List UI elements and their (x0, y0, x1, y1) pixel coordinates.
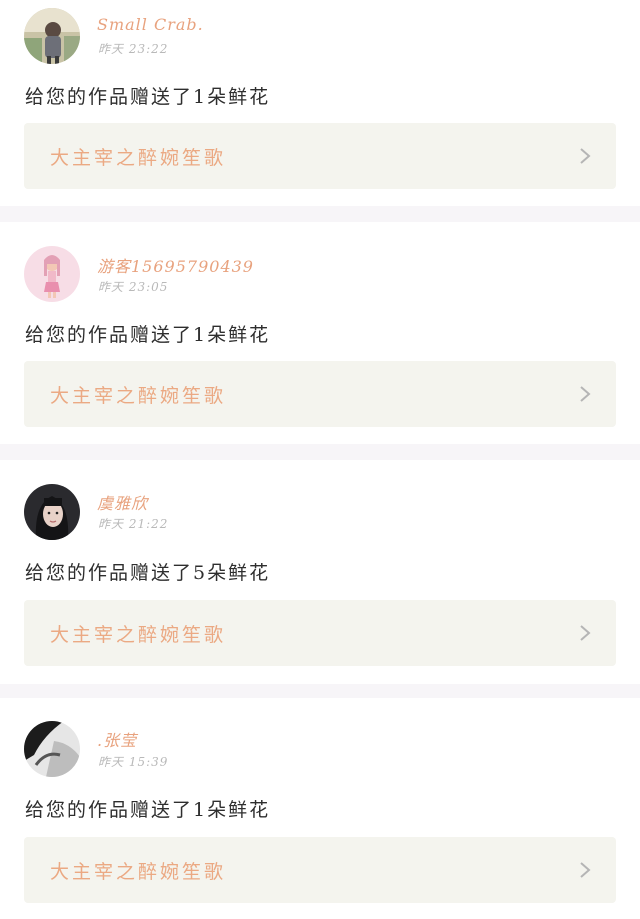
username[interactable]: 虞雅欣 (97, 490, 148, 514)
work-title: 大主宰之醉婉笙歌 (50, 861, 227, 883)
work-title: 大主宰之醉婉笙歌 (50, 385, 227, 407)
username[interactable]: .张莹 (97, 727, 137, 751)
timestamp: 昨天 23:22 (98, 42, 169, 56)
avatar-dark-hair-girl-icon (24, 484, 80, 540)
avatar[interactable] (24, 721, 80, 777)
work-link-card[interactable]: 大主宰之醉婉笙歌 (24, 837, 616, 903)
gift-message: 给您的作品赠送了5朵鲜花 (25, 562, 271, 584)
work-link-card[interactable]: 大主宰之醉婉笙歌 (24, 361, 616, 427)
avatar[interactable] (24, 484, 80, 540)
notification-item: 游客15695790439 昨天 23:05 给您的作品赠送了1朵鲜花 大主宰之… (0, 222, 640, 444)
gift-notification-feed: Small Crab. 昨天 23:22 给您的作品赠送了1朵鲜花 大主宰之醉婉… (0, 0, 640, 919)
avatar[interactable] (24, 8, 80, 64)
chevron-right-icon (580, 862, 591, 878)
timestamp: 昨天 15:39 (98, 755, 169, 769)
username[interactable]: 游客15695790439 (97, 253, 254, 277)
avatar-cartoon-girl-icon (24, 246, 80, 302)
gift-message: 给您的作品赠送了1朵鲜花 (25, 86, 271, 108)
timestamp: 昨天 23:05 (98, 280, 169, 294)
timestamp: 昨天 21:22 (98, 517, 169, 531)
work-link-card[interactable]: 大主宰之醉婉笙歌 (24, 123, 616, 189)
avatar-girl-outdoor-icon (24, 8, 80, 64)
gift-message: 给您的作品赠送了1朵鲜花 (25, 324, 271, 346)
chevron-right-icon (580, 386, 591, 402)
avatar[interactable] (24, 246, 80, 302)
username[interactable]: Small Crab. (97, 15, 204, 34)
notification-item: Small Crab. 昨天 23:22 给您的作品赠送了1朵鲜花 大主宰之醉婉… (0, 0, 640, 206)
chevron-right-icon (580, 148, 591, 164)
notification-item: 虞雅欣 昨天 21:22 给您的作品赠送了5朵鲜花 大主宰之醉婉笙歌 (0, 460, 640, 684)
notification-item: .张莹 昨天 15:39 给您的作品赠送了1朵鲜花 大主宰之醉婉笙歌 (0, 698, 640, 919)
avatar-monochrome-icon (24, 721, 80, 777)
gift-message: 给您的作品赠送了1朵鲜花 (25, 799, 271, 821)
work-title: 大主宰之醉婉笙歌 (50, 624, 227, 646)
chevron-right-icon (580, 625, 591, 641)
work-title: 大主宰之醉婉笙歌 (50, 147, 227, 169)
work-link-card[interactable]: 大主宰之醉婉笙歌 (24, 600, 616, 666)
